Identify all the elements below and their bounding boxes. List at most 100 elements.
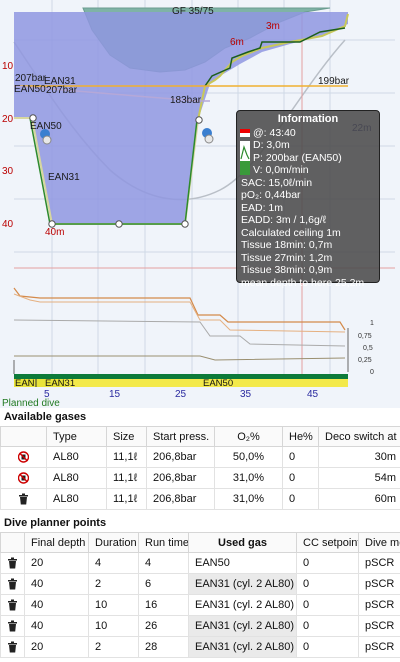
info-line-ceiling: Calculated ceiling 1m: [241, 226, 341, 239]
time-tick-25: 25: [175, 389, 187, 400]
waypoint-handle-3[interactable]: [181, 220, 189, 228]
gas-row[interactable]: AL80 11,1ℓ 206,8bar 31,0% 0 54m: [0, 467, 400, 489]
gas-o2[interactable]: 50,0%: [214, 446, 283, 468]
gas-start-pressure[interactable]: 206,8bar: [146, 446, 215, 468]
gas-deco-switch[interactable]: 30m: [318, 446, 400, 468]
gas-row[interactable]: AL80 11,1ℓ 206,8bar 31,0% 0 60m: [0, 488, 400, 510]
point-mode[interactable]: pSCR: [358, 594, 400, 616]
gas-he[interactable]: 0: [282, 488, 319, 510]
point-gas[interactable]: EAN31 (cyl. 2 AL80): [188, 636, 297, 658]
gas-size[interactable]: 11,1ℓ: [106, 467, 147, 489]
gases-header-o2[interactable]: O₂%: [214, 426, 283, 447]
trash-icon[interactable]: [7, 578, 18, 590]
point-setpoint[interactable]: 0: [296, 552, 359, 574]
tissue-graph-orange: [13, 287, 346, 331]
available-gases-table: Type Size Start press. O₂% He% Deco swit…: [0, 426, 400, 510]
point-duration[interactable]: 10: [88, 615, 139, 637]
trash-icon[interactable]: [7, 641, 18, 653]
info-line-time: @: 43:40: [253, 126, 296, 139]
points-header-runtime[interactable]: Run time: [138, 532, 189, 553]
gases-header-he[interactable]: He%: [282, 426, 319, 447]
gases-header-switch[interactable]: Deco switch at: [318, 426, 400, 447]
point-mode[interactable]: pSCR: [358, 573, 400, 595]
point-mode[interactable]: pSCR: [358, 552, 400, 574]
points-header-setpoint[interactable]: CC setpoint: [296, 532, 359, 553]
point-runtime[interactable]: 6: [138, 573, 189, 595]
points-header-icon: [0, 532, 25, 553]
gas-row[interactable]: AL80 11,1ℓ 206,8bar 50,0% 0 30m: [0, 446, 400, 468]
point-setpoint[interactable]: 0: [296, 573, 359, 595]
trash-icon[interactable]: [7, 599, 18, 611]
no-delete-icon[interactable]: [18, 451, 29, 463]
planner-point-row[interactable]: 40 10 16 EAN31 (cyl. 2 AL80) 0 pSCR: [0, 594, 400, 616]
info-line-eadd: EADD: 3m / 1,6g/ℓ: [241, 214, 327, 226]
waypoint-handle-2[interactable]: [115, 220, 123, 228]
points-header-mode[interactable]: Dive mod: [358, 532, 400, 553]
gas-he[interactable]: 0: [282, 467, 319, 489]
trash-icon[interactable]: [7, 557, 18, 569]
point-runtime[interactable]: 4: [138, 552, 189, 574]
point-duration[interactable]: 2: [88, 573, 139, 595]
trash-icon[interactable]: [18, 493, 29, 505]
gas-o2[interactable]: 31,0%: [214, 488, 283, 510]
point-runtime[interactable]: 26: [138, 615, 189, 637]
planner-point-row[interactable]: 20 4 4 EAN50 0 pSCR: [0, 552, 400, 574]
no-delete-icon[interactable]: [18, 472, 29, 484]
gas-he[interactable]: 0: [282, 446, 319, 468]
gases-header-type[interactable]: Type: [46, 426, 107, 447]
planner-point-row[interactable]: 40 10 26 EAN31 (cyl. 2 AL80) 0 pSCR: [0, 615, 400, 637]
gas-type[interactable]: AL80: [46, 488, 107, 510]
points-header-gas[interactable]: Used gas: [188, 532, 297, 553]
point-setpoint[interactable]: 0: [296, 615, 359, 637]
gases-header-icon: [0, 426, 47, 447]
gas-label-ean31-mid: EAN31: [48, 172, 80, 183]
tissue-tick-025: 0,25: [358, 357, 372, 364]
point-depth[interactable]: 40: [24, 594, 89, 616]
planner-point-row[interactable]: 20 2 28 EAN31 (cyl. 2 AL80) 0 pSCR: [0, 636, 400, 658]
point-gas[interactable]: EAN50: [188, 552, 297, 574]
point-mode[interactable]: pSCR: [358, 636, 400, 658]
point-mode[interactable]: pSCR: [358, 615, 400, 637]
gases-header-size[interactable]: Size: [106, 426, 147, 447]
gas-deco-switch[interactable]: 54m: [318, 467, 400, 489]
point-runtime[interactable]: 16: [138, 594, 189, 616]
point-setpoint[interactable]: 0: [296, 594, 359, 616]
gases-header-start[interactable]: Start press.: [146, 426, 215, 447]
gas-start-pressure[interactable]: 206,8bar: [146, 467, 215, 489]
gas-deco-switch[interactable]: 60m: [318, 488, 400, 510]
planned-dive-label: Planned dive: [2, 398, 60, 408]
available-gases-title: Available gases: [0, 408, 400, 426]
gases-header-row: Type Size Start press. O₂% He% Deco swit…: [0, 426, 400, 447]
gas-type[interactable]: AL80: [46, 446, 107, 468]
point-depth[interactable]: 40: [24, 573, 89, 595]
point-runtime[interactable]: 28: [138, 636, 189, 658]
point-setpoint[interactable]: 0: [296, 636, 359, 658]
information-tooltip[interactable]: Information @: 43:40 D: 3,0m P: 200bar (…: [236, 110, 380, 289]
point-depth[interactable]: 40: [24, 615, 89, 637]
point-duration[interactable]: 2: [88, 636, 139, 658]
planner-point-row[interactable]: 40 2 6 EAN31 (cyl. 2 AL80) 0 pSCR: [0, 573, 400, 595]
point-depth[interactable]: 20: [24, 552, 89, 574]
points-header-duration[interactable]: Duration: [88, 532, 139, 553]
tissue-tick-1: 1: [370, 320, 374, 327]
tissue-tick-0: 0: [370, 369, 374, 376]
waypoint-handle-4[interactable]: [195, 116, 203, 124]
trash-icon[interactable]: [7, 620, 18, 632]
gas-label-ean50-mid: EAN50: [30, 121, 62, 132]
gas-type[interactable]: AL80: [46, 467, 107, 489]
tissue-tick-075: 0,75: [358, 333, 372, 340]
points-header-depth[interactable]: Final depth: [24, 532, 89, 553]
depth-tick-30: 30: [2, 166, 14, 177]
point-gas[interactable]: EAN31 (cyl. 2 AL80): [188, 573, 297, 595]
dive-profile-panel[interactable]: GF 35/75 10 20 30 40 207bar 207bar 183ba…: [0, 0, 400, 408]
gas-size[interactable]: 11,1ℓ: [106, 488, 147, 510]
point-gas[interactable]: EAN31 (cyl. 2 AL80): [188, 594, 297, 616]
point-depth[interactable]: 20: [24, 636, 89, 658]
point-duration[interactable]: 4: [88, 552, 139, 574]
info-line-po2: pO₂: 0,44bar: [241, 189, 301, 201]
gas-size[interactable]: 11,1ℓ: [106, 446, 147, 468]
gas-o2[interactable]: 31,0%: [214, 467, 283, 489]
point-duration[interactable]: 10: [88, 594, 139, 616]
point-gas[interactable]: EAN31 (cyl. 2 AL80): [188, 615, 297, 637]
gas-start-pressure[interactable]: 206,8bar: [146, 488, 215, 510]
